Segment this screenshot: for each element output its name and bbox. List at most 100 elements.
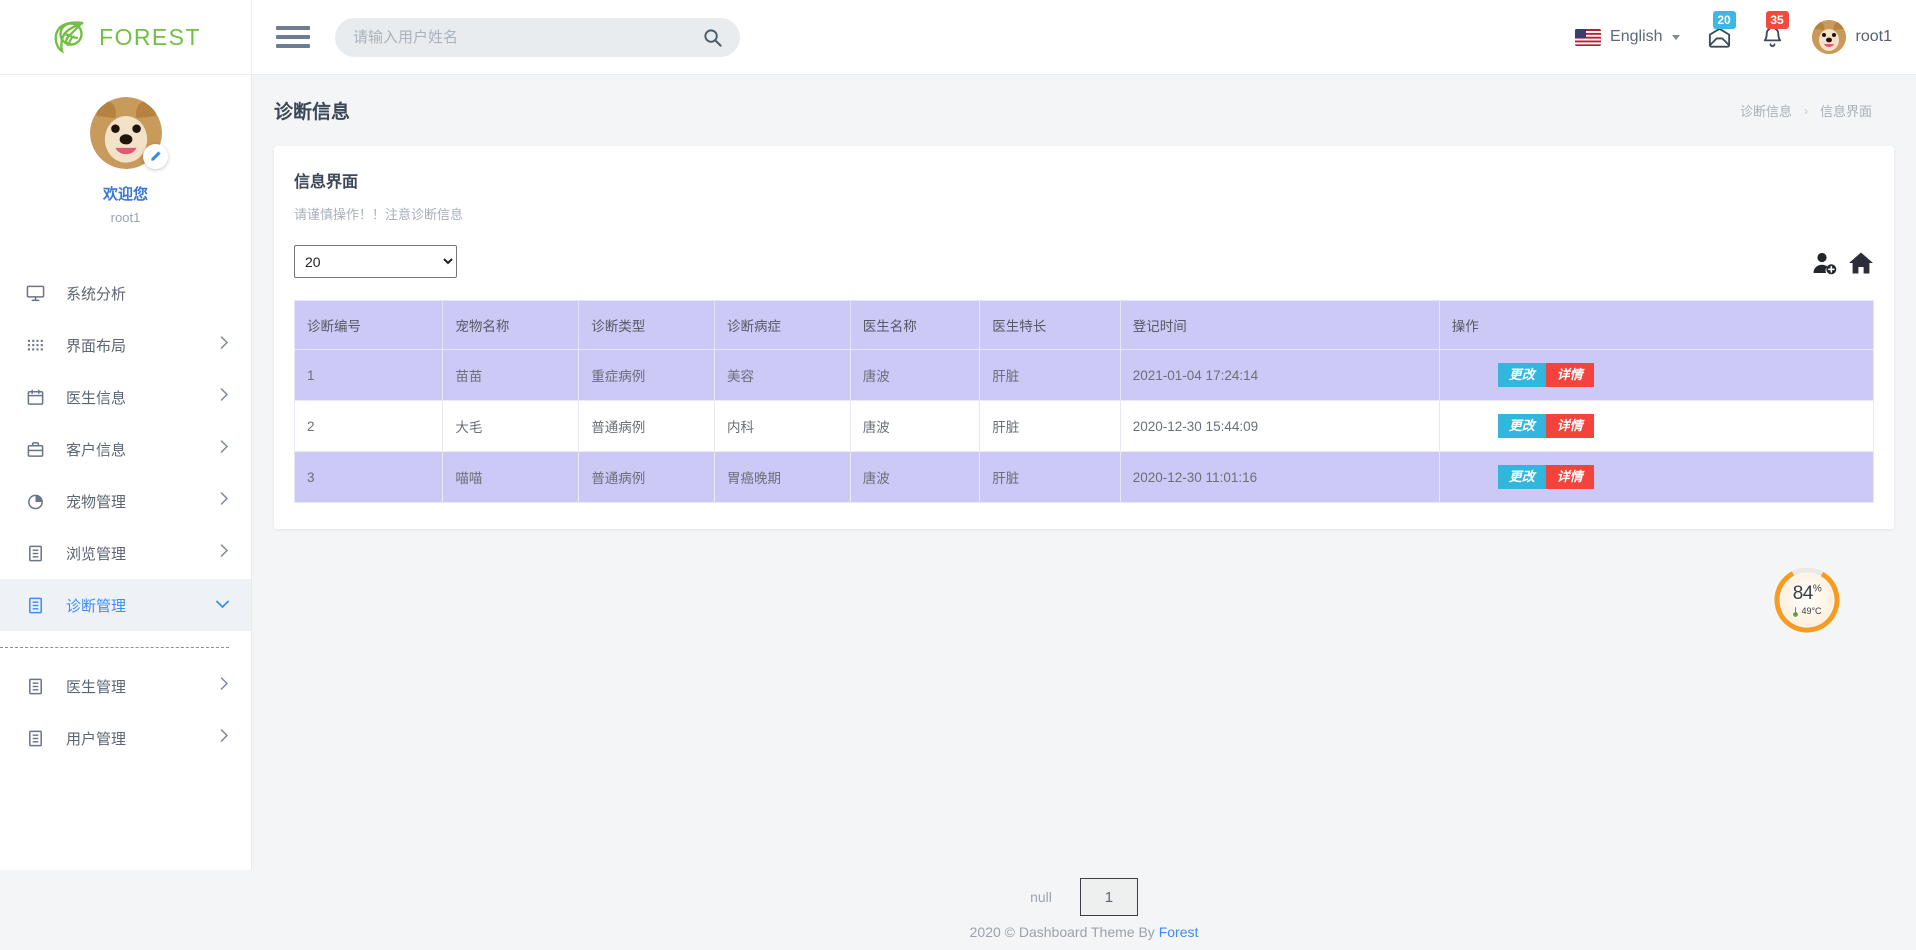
- diagnosis-table: 诊断编号 宠物名称 诊断类型 诊断病症 医生名称 医生特长 登记时间 操作 1 …: [293, 300, 1875, 503]
- cell-time: 2020-12-30 15:44:09: [1119, 400, 1440, 452]
- table-column-header[interactable]: 诊断编号: [293, 300, 444, 350]
- cell-pet: 喵喵: [442, 451, 580, 503]
- cell-specialty: 肝脏: [979, 400, 1121, 452]
- cell-type: 普通病例: [578, 451, 715, 503]
- cell-pet: 大毛: [442, 400, 580, 452]
- add-user-icon[interactable]: [1812, 250, 1838, 276]
- monitor-icon: [26, 284, 48, 303]
- messages-badge: 20: [1712, 10, 1736, 29]
- user-menu[interactable]: root1: [1811, 20, 1892, 54]
- pagination-page-1[interactable]: 1: [1079, 878, 1138, 916]
- gauge-percent-value: 84: [1792, 582, 1814, 604]
- pencil-icon: [150, 151, 161, 161]
- detail-button[interactable]: 详情: [1545, 465, 1594, 489]
- copyright: 2020 © Dashboard Theme By Forest: [252, 924, 1916, 940]
- notifications-button[interactable]: 35: [1759, 10, 1789, 51]
- sidebar-item-label: 客户信息: [66, 441, 127, 459]
- page-length-select[interactable]: 20: [294, 245, 457, 278]
- table-column-header[interactable]: 登记时间: [1119, 300, 1440, 350]
- main-content: 诊断信息 诊断信息 › 信息界面 信息界面 请谨慎操作！！注意诊断信息 20 诊…: [252, 75, 1916, 870]
- detail-button[interactable]: 详情: [1545, 414, 1594, 438]
- page-title: 诊断信息: [274, 102, 351, 123]
- search-input[interactable]: [353, 28, 703, 46]
- table-row[interactable]: 3 喵喵 普通病例 胃癌晚期 唐波 肝脏 2020-12-30 11:01:16…: [293, 451, 1875, 503]
- sidebar-item-layout[interactable]: 界面布局: [0, 319, 251, 371]
- home-icon[interactable]: [1848, 250, 1874, 276]
- info-card: 信息界面 请谨慎操作！！注意诊断信息 20 诊断编号 宠物名称 诊断类型 诊断病…: [274, 146, 1894, 529]
- sidebar-toggle-button[interactable]: [276, 22, 310, 52]
- cell-id: 1: [293, 349, 444, 401]
- table-column-header[interactable]: 诊断类型: [578, 300, 715, 350]
- sidebar-item-label: 医生管理: [66, 678, 127, 696]
- gauge-percent-unit: %: [1812, 583, 1822, 595]
- table-column-header[interactable]: 医生名称: [849, 300, 981, 350]
- grid-dots-icon: [26, 336, 48, 355]
- language-selector[interactable]: English: [1575, 28, 1680, 46]
- edit-button[interactable]: 更改: [1497, 465, 1546, 489]
- cell-specialty: 肝脏: [979, 349, 1121, 401]
- sidebar-item-user-management[interactable]: 用户管理: [0, 712, 251, 764]
- search-bar[interactable]: [335, 17, 740, 57]
- cell-time: 2020-12-30 11:01:16: [1119, 451, 1440, 503]
- table-row[interactable]: 2 大毛 普通病例 内科 唐波 肝脏 2020-12-30 15:44:09 更…: [293, 400, 1875, 452]
- cpu-temperature-gauge[interactable]: 84% 49°C: [1771, 564, 1843, 636]
- table-row[interactable]: 1 苗苗 重症病例 美容 唐波 肝脏 2021-01-04 17:24:14 更…: [293, 349, 1875, 401]
- sidebar-item-system-analysis[interactable]: 系统分析: [0, 267, 251, 319]
- chevron-right-icon: [220, 440, 229, 458]
- cell-pet: 苗苗: [442, 349, 580, 401]
- hamburger-icon-line: [276, 44, 310, 48]
- profile-username: root1: [110, 210, 141, 225]
- hamburger-icon-line: [276, 35, 310, 39]
- user-name-label: root1: [1855, 28, 1892, 45]
- pagination: null 1: [252, 870, 1916, 916]
- footer: null 1 2020 © Dashboard Theme By Forest: [252, 870, 1916, 950]
- sidebar-item-label: 系统分析: [66, 285, 127, 303]
- edit-button[interactable]: 更改: [1497, 363, 1546, 387]
- briefcase-icon: [26, 440, 48, 459]
- sidebar-item-doctor-info[interactable]: 医生信息: [0, 371, 251, 423]
- search-button[interactable]: [703, 28, 722, 47]
- chevron-right-icon: [220, 336, 229, 354]
- sidebar: 欢迎您 root1 系统分析 界面布局 医生信息 客户信息 宠物管理 浏览管理 …: [0, 75, 252, 870]
- table-column-header[interactable]: 宠物名称: [442, 300, 580, 350]
- edit-avatar-button[interactable]: [142, 144, 168, 169]
- topbar-right-cluster: English 20 35 root1: [1575, 10, 1892, 54]
- messages-button[interactable]: 20: [1706, 10, 1736, 51]
- gauge-readout: 84% 49°C: [1771, 564, 1843, 636]
- leaf-plane-icon: [50, 17, 90, 57]
- brand-logo[interactable]: FOREST: [0, 0, 252, 75]
- sidebar-item-pet-management[interactable]: 宠物管理: [0, 475, 251, 527]
- cell-doctor: 唐波: [849, 400, 981, 452]
- edit-button[interactable]: 更改: [1497, 414, 1546, 438]
- page-header: 诊断信息 诊断信息 › 信息界面: [252, 75, 1916, 124]
- search-icon: [704, 28, 722, 47]
- chevron-right-icon: [220, 729, 229, 747]
- chevron-right-icon: [220, 677, 229, 695]
- document-icon: [26, 677, 48, 696]
- chevron-right-icon: [220, 492, 229, 510]
- top-navigation-bar: FOREST 请输入用户姓名 English 20 35 root1: [0, 0, 1916, 75]
- breadcrumb-item[interactable]: 信息界面: [1820, 101, 1872, 120]
- profile-avatar-wrap[interactable]: [89, 97, 168, 169]
- cell-id: 2: [293, 400, 444, 452]
- table-toolbar: 20: [294, 245, 1874, 278]
- detail-button[interactable]: 详情: [1545, 363, 1594, 387]
- table-column-header[interactable]: 医生特长: [979, 300, 1121, 350]
- sidebar-item-browse-management[interactable]: 浏览管理: [0, 527, 251, 579]
- table-action-icons: [1812, 250, 1874, 278]
- hamburger-icon-line: [276, 26, 310, 30]
- sidebar-item-doctor-management[interactable]: 医生管理: [0, 660, 251, 712]
- notifications-badge: 35: [1765, 10, 1789, 29]
- sidebar-item-customer-info[interactable]: 客户信息: [0, 423, 251, 475]
- copyright-link[interactable]: Forest: [1159, 924, 1199, 940]
- breadcrumb-item[interactable]: 诊断信息: [1740, 101, 1792, 120]
- pie-chart-icon: [26, 492, 48, 511]
- card-subtitle: 请谨慎操作！！注意诊断信息: [294, 207, 464, 222]
- document-icon: [26, 729, 48, 748]
- chevron-right-icon: [220, 388, 229, 406]
- table-column-header[interactable]: 操作: [1438, 300, 1875, 350]
- table-column-header[interactable]: 诊断病症: [713, 300, 851, 350]
- gauge-percent-wrap: 84%: [1793, 584, 1822, 603]
- cell-actions: 更改 详情: [1438, 400, 1875, 452]
- sidebar-item-diagnosis-management[interactable]: 诊断管理: [0, 579, 251, 631]
